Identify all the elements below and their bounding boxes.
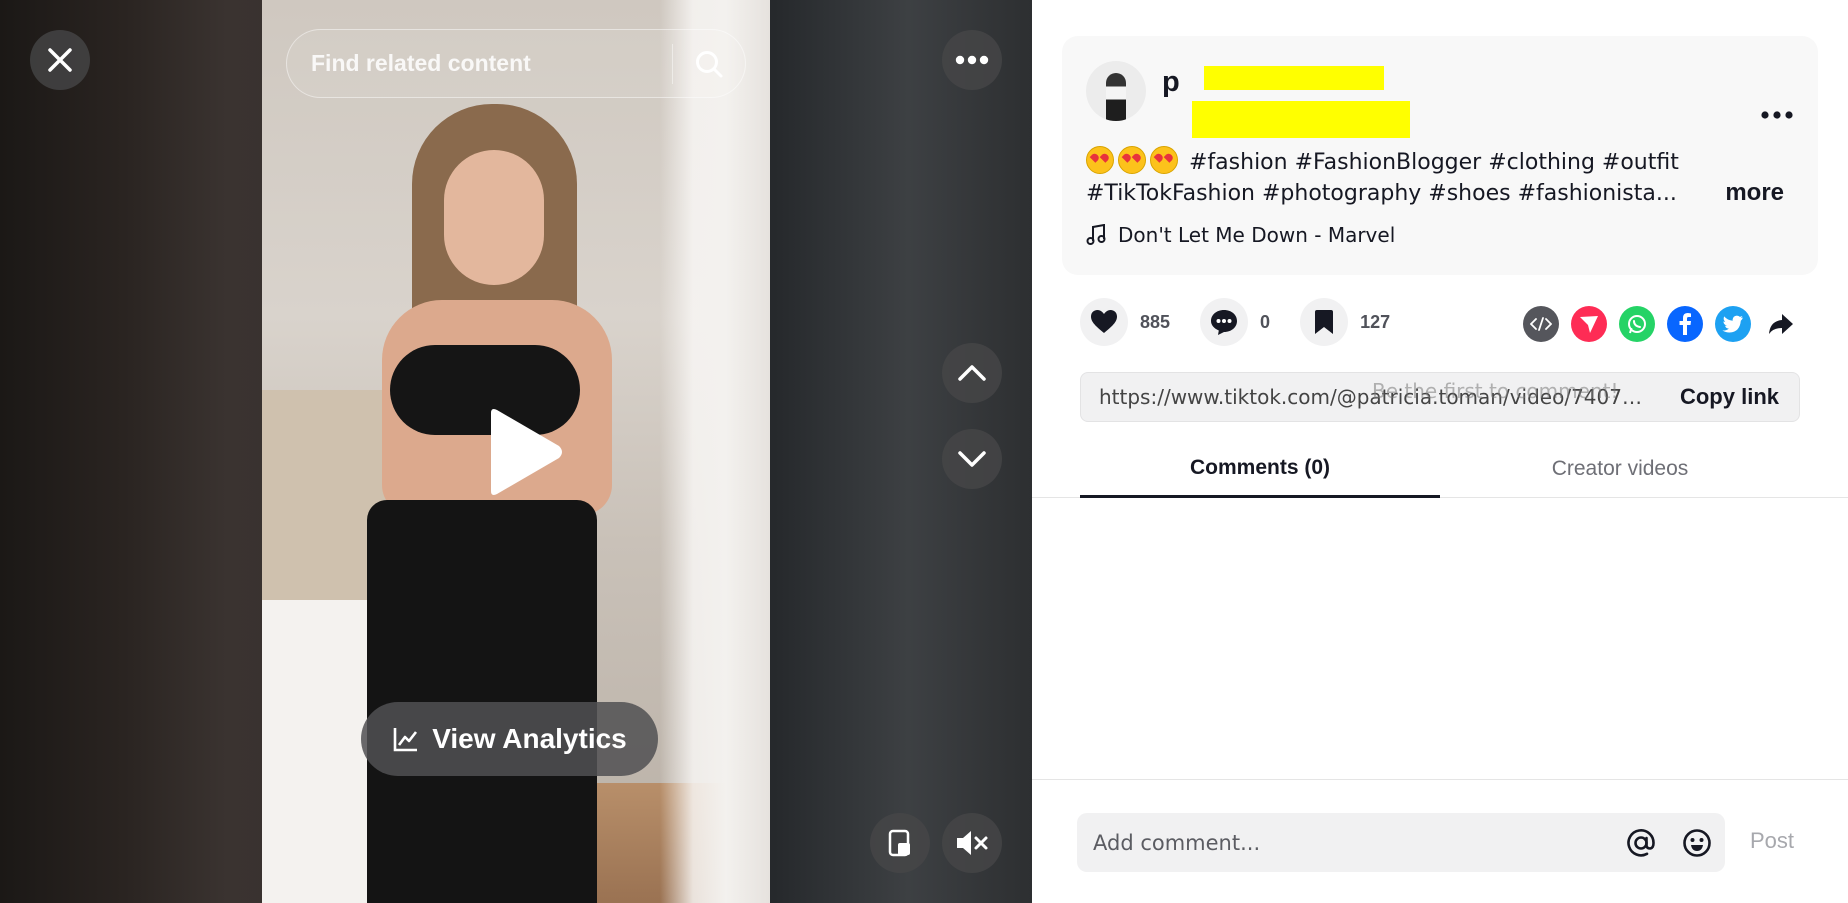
more-icon: [955, 55, 989, 65]
avatar[interactable]: [1086, 61, 1146, 121]
close-icon: [48, 48, 72, 72]
copy-link-button[interactable]: Copy link: [1652, 384, 1799, 410]
comment-composer: Post: [1032, 779, 1848, 903]
emoji-button[interactable]: [1669, 813, 1725, 872]
like-count: 885: [1140, 311, 1171, 332]
video-more-button[interactable]: [942, 30, 1002, 90]
facebook-icon[interactable]: [1667, 306, 1703, 342]
engagement-bar: 885 0 127: [1080, 298, 1420, 346]
music-note-icon: [1086, 224, 1106, 245]
hashtags-line-1[interactable]: #fashion #FashionBlogger #clothing #outf…: [1189, 150, 1679, 175]
share-arrow-icon[interactable]: [1763, 306, 1799, 342]
mention-button[interactable]: [1613, 813, 1669, 872]
at-sign-icon: [1627, 828, 1655, 857]
copy-link-row: https://www.tiktok.com/@patricia.toman/v…: [1080, 372, 1800, 422]
related-search-input[interactable]: [287, 30, 672, 97]
comment-input[interactable]: [1077, 813, 1613, 872]
mini-player-icon: [888, 829, 910, 857]
author-username[interactable]: p: [1162, 66, 1180, 99]
comment-button[interactable]: 0: [1200, 298, 1270, 346]
comment-icon: [1211, 309, 1238, 335]
post-description-card: p #fashion #FashionBlogger #clothing #ou…: [1062, 36, 1818, 275]
chevron-down-icon: [958, 451, 986, 467]
comment-box: [1077, 813, 1725, 872]
whatsapp-icon[interactable]: [1619, 306, 1655, 342]
chart-line-icon: [393, 728, 418, 752]
mute-button[interactable]: [942, 813, 1002, 873]
bookmark-icon: [1315, 310, 1334, 334]
volume-muted-icon: [957, 831, 988, 855]
video-link-text[interactable]: https://www.tiktok.com/@patricia.toman/v…: [1081, 385, 1652, 409]
related-search-box: [286, 29, 746, 98]
twitter-icon[interactable]: [1715, 306, 1751, 342]
next-video-button[interactable]: [942, 429, 1002, 489]
close-button[interactable]: [30, 30, 90, 90]
music-title: Don't Let Me Down - Marvel: [1118, 223, 1396, 247]
heart-icon: [1091, 310, 1117, 333]
hashtags-line-2[interactable]: #TikTokFashion #photography #shoes #fash…: [1086, 178, 1726, 209]
music-link[interactable]: Don't Let Me Down - Marvel: [1086, 223, 1395, 247]
heart-eyes-emoji-icon: [1118, 146, 1146, 174]
tab-comments[interactable]: Comments (0): [1080, 440, 1440, 498]
emoji-icon: [1683, 828, 1711, 857]
embed-icon[interactable]: [1523, 306, 1559, 342]
description-more-button[interactable]: more: [1725, 179, 1784, 207]
heart-eyes-emoji-icon: [1086, 146, 1114, 174]
tab-creator-videos[interactable]: Creator videos: [1440, 440, 1800, 498]
heart-eyes-emoji-icon: [1150, 146, 1178, 174]
panel-tabs: Comments (0) Creator videos: [1032, 440, 1848, 498]
comment-count: 0: [1260, 311, 1271, 332]
details-panel: p #fashion #FashionBlogger #clothing #ou…: [1032, 0, 1848, 903]
view-analytics-label: View Analytics: [432, 723, 627, 754]
search-icon: [696, 50, 723, 77]
redaction-box: [1192, 101, 1410, 138]
redaction-box: [1204, 66, 1384, 90]
view-analytics-button[interactable]: View Analytics: [361, 702, 658, 776]
chevron-up-icon: [958, 365, 986, 381]
post-description: #fashion #FashionBlogger #clothing #outf…: [1086, 146, 1726, 209]
play-icon[interactable]: [483, 407, 565, 497]
avatar-figure: [1106, 73, 1126, 121]
description-line-1: #fashion #FashionBlogger #clothing #outf…: [1086, 146, 1726, 178]
like-button[interactable]: 885: [1080, 298, 1170, 346]
post-more-icon[interactable]: [1760, 110, 1794, 120]
share-options: [1523, 306, 1799, 342]
save-button[interactable]: 127: [1300, 298, 1390, 346]
video-scene-curtain: [660, 0, 770, 903]
post-comment-button[interactable]: Post: [1750, 828, 1794, 854]
mini-player-button[interactable]: [870, 813, 930, 873]
send-icon[interactable]: [1571, 306, 1607, 342]
video-player-area: View Analytics: [0, 0, 1032, 903]
previous-video-button[interactable]: [942, 343, 1002, 403]
save-count: 127: [1360, 311, 1391, 332]
video-scene-face: [444, 150, 544, 285]
search-button[interactable]: [673, 30, 745, 97]
